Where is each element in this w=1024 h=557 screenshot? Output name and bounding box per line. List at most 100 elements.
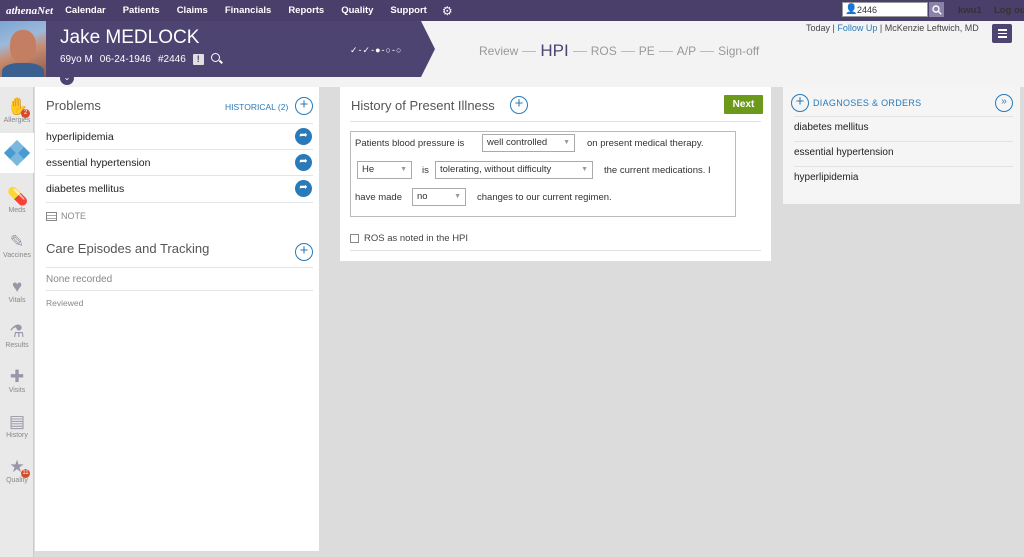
- hpi-text: Patients blood pressure is: [355, 138, 465, 149]
- chart-sidebar: ✋ 2 Allergies 💊 Meds ✎ Vaccines ♥ Vitals …: [0, 87, 34, 557]
- patient-demographics: 69yo M 06-24-1946 #2446 !: [60, 53, 223, 65]
- step-signoff[interactable]: Sign-off: [718, 44, 759, 58]
- diagnosis-row[interactable]: diabetes mellitus: [794, 116, 1013, 141]
- diagnosis-row[interactable]: essential hypertension: [794, 141, 1013, 166]
- sidebar-item-label: Allergies: [3, 117, 31, 124]
- nav-support[interactable]: Support: [390, 5, 426, 16]
- step-pe[interactable]: PE: [639, 44, 655, 58]
- diagnoses-orders-panel: + DIAGNOSES & ORDERS » diabetes mellitus…: [783, 87, 1020, 204]
- provider-name: McKenzie Leftwich, MD: [884, 23, 979, 33]
- encounter-progress-indicator: ✓-✓-●-○-○: [350, 45, 403, 55]
- nav-claims[interactable]: Claims: [177, 5, 208, 16]
- chevron-down-icon: ▼: [563, 139, 570, 146]
- athenanet-logo[interactable]: athenaNet: [6, 5, 53, 17]
- next-button[interactable]: Next: [724, 95, 763, 114]
- sidebar-item-allergies[interactable]: ✋ 2 Allergies: [0, 91, 34, 131]
- sidebar-item-label: Results: [5, 342, 29, 349]
- star-icon: ★ 11: [9, 457, 30, 478]
- care-episodes-title: Care Episodes and Tracking: [46, 241, 210, 256]
- step-ap[interactable]: A/P: [677, 44, 696, 58]
- changes-select[interactable]: no ▼: [412, 188, 466, 206]
- appointment-info: Today | Follow Up | McKenzie Leftwich, M…: [806, 23, 979, 33]
- sidebar-item-label: Vitals: [8, 297, 26, 304]
- nav-quality[interactable]: Quality: [341, 5, 373, 16]
- chevron-down-icon[interactable]: ⌄: [60, 71, 74, 85]
- patient-search-field[interactable]: 👤: [842, 2, 928, 17]
- nav-patients[interactable]: Patients: [123, 5, 160, 16]
- problems-panel: Problems HISTORICAL (2) + hyperlipidemia…: [34, 87, 319, 551]
- hamburger-menu-icon[interactable]: [992, 24, 1012, 43]
- problems-title: Problems: [46, 98, 101, 113]
- current-user[interactable]: kwu1: [958, 5, 982, 16]
- bandage-icon: [3, 139, 31, 167]
- problem-row[interactable]: hyperlipidemia ➦: [46, 123, 313, 149]
- patient-name[interactable]: Jake MEDLOCK: [60, 27, 199, 49]
- note-label: NOTE: [61, 211, 87, 221]
- gear-icon[interactable]: ⚙: [442, 4, 453, 18]
- sidebar-item-label: Visits: [8, 387, 26, 394]
- problem-row[interactable]: essential hypertension ➦: [46, 149, 313, 175]
- medical-bag-icon: ✚: [9, 367, 25, 386]
- share-arrow-icon[interactable]: ➦: [295, 180, 312, 197]
- sidebar-item-vaccines[interactable]: ✎ Vaccines: [0, 226, 34, 266]
- syringe-icon: ✎: [9, 232, 25, 251]
- nav-financials[interactable]: Financials: [225, 5, 271, 16]
- add-care-episode-button[interactable]: +: [295, 243, 313, 261]
- add-diagnosis-button[interactable]: +: [791, 94, 809, 112]
- share-arrow-icon[interactable]: ➦: [295, 128, 312, 145]
- sidebar-item-visits[interactable]: ✚ Visits: [0, 361, 34, 401]
- hpi-card: History of Present Illness + Next Patien…: [340, 87, 771, 261]
- pronoun-select[interactable]: He ▼: [357, 161, 412, 179]
- add-problem-button[interactable]: +: [295, 97, 313, 115]
- step-hpi[interactable]: HPI: [540, 41, 568, 61]
- nav-calendar[interactable]: Calendar: [65, 5, 106, 16]
- ros-as-noted-option[interactable]: ROS as noted in the HPI: [350, 233, 468, 244]
- chevron-down-icon: ▼: [400, 166, 407, 173]
- encounter-steps: Review HPI ROS PE A/P Sign-off: [479, 41, 759, 61]
- chevron-down-icon: ▼: [454, 193, 461, 200]
- nav-reports[interactable]: Reports: [288, 5, 324, 16]
- add-hpi-button[interactable]: +: [510, 96, 528, 114]
- logout-link[interactable]: Log out: [994, 5, 1024, 16]
- problem-name[interactable]: hyperlipidemia: [46, 131, 114, 143]
- alert-flag-icon[interactable]: !: [192, 53, 204, 65]
- note-button[interactable]: NOTE: [46, 211, 86, 221]
- search-button[interactable]: [929, 2, 944, 17]
- hpi-template: Patients blood pressure is well controll…: [350, 131, 736, 217]
- sidebar-item-history[interactable]: ▤ History: [0, 406, 34, 446]
- sidebar-item-vitals[interactable]: ♥ Vitals: [0, 271, 34, 311]
- ros-checkbox[interactable]: [350, 234, 359, 243]
- patient-photo: [0, 21, 46, 77]
- patient-dob: 06-24-1946: [99, 53, 151, 65]
- share-arrow-icon[interactable]: ➦: [295, 154, 312, 171]
- patient-search-input[interactable]: [857, 4, 923, 15]
- chevron-down-icon: ▼: [581, 166, 588, 173]
- tolerating-select[interactable]: tolerating, without difficulty ▼: [435, 161, 593, 179]
- allergies-badge: 2: [21, 109, 30, 118]
- reviewed-label[interactable]: Reviewed: [46, 298, 83, 308]
- diagnosis-row[interactable]: hyperlipidemia: [794, 166, 1013, 191]
- hpi-title: History of Present Illness: [351, 98, 495, 113]
- sidebar-item-label: Vaccines: [3, 252, 31, 259]
- today-label: Today: [806, 23, 831, 33]
- step-review[interactable]: Review: [479, 44, 518, 58]
- step-ros[interactable]: ROS: [591, 44, 617, 58]
- problem-name[interactable]: diabetes mellitus: [46, 183, 124, 195]
- patient-search-icon[interactable]: [210, 53, 223, 65]
- ros-checkbox-label: ROS as noted in the HPI: [364, 233, 469, 244]
- sidebar-item-quality[interactable]: ★ 11 Quality: [0, 451, 34, 491]
- hand-icon: ✋ 2: [7, 97, 30, 118]
- flask-icon: ⚗: [9, 322, 25, 341]
- problem-name[interactable]: essential hypertension: [46, 157, 150, 169]
- hpi-text: on present medical therapy.: [587, 138, 704, 149]
- follow-up-link[interactable]: Follow Up: [837, 23, 877, 33]
- problem-row[interactable]: diabetes mellitus ➦: [46, 175, 313, 201]
- expand-chevron-icon[interactable]: »: [995, 94, 1013, 112]
- bp-control-select[interactable]: well controlled ▼: [482, 134, 575, 152]
- hpi-text: changes to our current regimen.: [477, 192, 612, 203]
- person-icon: 👤: [845, 4, 858, 15]
- historical-link[interactable]: HISTORICAL (2): [225, 102, 288, 112]
- sidebar-item-meds[interactable]: 💊 Meds: [0, 181, 34, 221]
- sidebar-item-results[interactable]: ⚗ Results: [0, 316, 34, 356]
- sidebar-item-problems[interactable]: [0, 133, 34, 173]
